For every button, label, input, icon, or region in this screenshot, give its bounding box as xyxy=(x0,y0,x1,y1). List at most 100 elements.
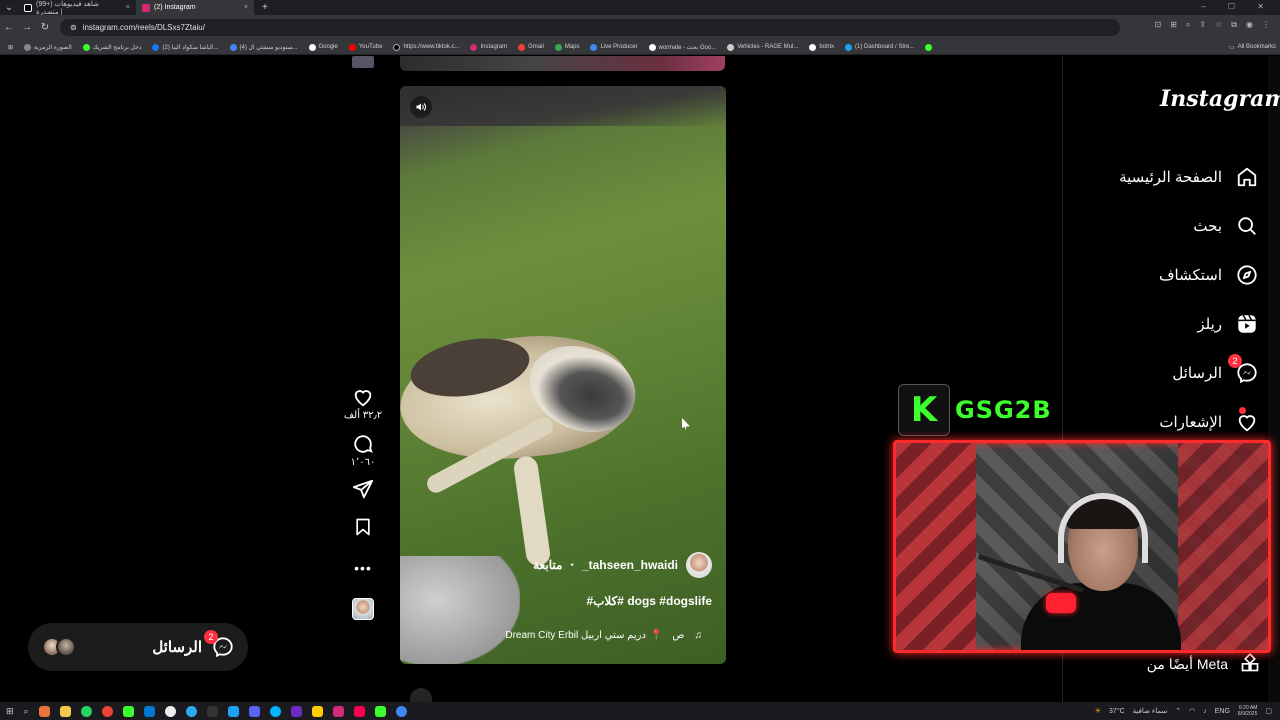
folder-icon[interactable] xyxy=(59,705,71,717)
tab-instagram[interactable]: (2) Instagram × xyxy=(136,0,254,15)
zoom-icon[interactable]: ⌕ xyxy=(1186,20,1190,30)
author-username[interactable]: tahseen_hwaidi_ xyxy=(582,558,678,572)
taskbar-app-icon[interactable] xyxy=(227,705,239,717)
comment-button[interactable]: ١٬٠٦٠ xyxy=(351,433,375,468)
taskbar-app-icon[interactable] xyxy=(38,705,50,717)
also-from-meta-label: أيضًا من Meta xyxy=(1146,655,1228,672)
close-tab-icon[interactable]: × xyxy=(126,4,130,11)
discord-icon[interactable] xyxy=(248,705,260,717)
tray-icon[interactable]: ⌃ xyxy=(1175,707,1181,715)
sidebar-item-reels[interactable]: ريلز xyxy=(1080,299,1260,348)
taskbar-app-icon[interactable] xyxy=(164,705,176,717)
apps-icon[interactable]: ⊞ xyxy=(8,44,13,51)
instagram-logo[interactable]: Instagram xyxy=(1160,86,1280,112)
telegram-icon[interactable] xyxy=(185,705,197,717)
taskbar-app-icon[interactable] xyxy=(311,705,323,717)
obs-icon[interactable] xyxy=(206,705,218,717)
start-icon[interactable]: ⊞ xyxy=(6,706,14,717)
location-link[interactable]: 📍 دريم ستي اربيل Dream City Erbil xyxy=(505,630,662,641)
messages-pill-badge: 2 xyxy=(204,630,218,644)
site-info-icon[interactable]: ⊜ xyxy=(70,23,77,32)
chrome-icon[interactable] xyxy=(395,705,407,717)
bookmark-item[interactable]: Google xyxy=(308,43,338,51)
bookmark-item[interactable]: (4) ستوديو منشئي ال... xyxy=(229,43,298,51)
share-icon[interactable]: ⇪ xyxy=(1199,20,1206,30)
sidebar-item-home[interactable]: الصفحة الرئيسية xyxy=(1080,152,1260,201)
bookmark-item[interactable]: botrix xyxy=(809,43,834,51)
bookmark-item[interactable]: (2) الباشا سكواد اليبا... xyxy=(152,43,219,51)
translate-icon[interactable]: ⊞ xyxy=(1170,20,1177,30)
speaker-icon xyxy=(416,103,426,111)
volume-icon[interactable]: ♪ xyxy=(1203,708,1207,715)
original-audio-thumb[interactable] xyxy=(352,598,374,620)
reload-icon[interactable]: ↻ xyxy=(36,22,54,33)
bookmark-item[interactable] xyxy=(925,43,933,51)
sidebar-item-notifications[interactable]: الإشعارات xyxy=(1080,397,1260,446)
reel-caption[interactable]: dogs #dogslife #كلاب# xyxy=(586,594,712,608)
location-text: دريم ستي اربيل Dream City Erbil xyxy=(505,630,646,641)
language-indicator[interactable]: ENG xyxy=(1215,708,1230,715)
taskbar-app-icon[interactable] xyxy=(290,705,302,717)
share-button[interactable] xyxy=(352,478,374,500)
messages-pill[interactable]: الرسائل 2 xyxy=(28,623,248,671)
sidebar-item-explore[interactable]: استكشاف xyxy=(1080,250,1260,299)
bookmark-star-icon[interactable]: ☆ xyxy=(1215,20,1222,30)
sidebar-item-label: الرسائل xyxy=(1172,364,1222,382)
taskbar-app-icon[interactable] xyxy=(332,705,344,717)
edge-icon[interactable] xyxy=(143,705,155,717)
bookmark-item[interactable]: (1) Dashboard / Stre... xyxy=(845,43,914,51)
sidebar-item-label: الإشعارات xyxy=(1159,413,1222,431)
all-bookmarks[interactable]: ▭ All Bookmarks xyxy=(1229,44,1276,51)
reel-video[interactable]: tahseen_hwaidi_ • متابعة dogs #dogslife … xyxy=(400,86,726,664)
tiktok-icon[interactable] xyxy=(353,705,365,717)
forward-icon[interactable]: → xyxy=(18,22,36,33)
mute-toggle-button[interactable] xyxy=(410,96,432,118)
bookmark-item[interactable]: دخل برنامج الشريك xyxy=(82,43,141,51)
next-reel-sound-button[interactable] xyxy=(410,688,432,702)
back-icon[interactable]: ← xyxy=(0,22,18,33)
whatsapp-icon[interactable] xyxy=(80,705,92,717)
new-tab-button[interactable]: + xyxy=(254,2,268,13)
more-options-button[interactable]: ••• xyxy=(354,560,372,576)
author-avatar[interactable] xyxy=(686,552,712,578)
like-button[interactable]: ٣٢٫٢ ألف xyxy=(344,386,382,421)
bookmark-item[interactable]: الصورة الرمزية xyxy=(24,43,72,51)
clock-date: 8/9/2025 xyxy=(1237,711,1258,717)
sidebar-item-messages[interactable]: الرسائل 2 xyxy=(1080,348,1260,397)
url-input[interactable]: ⊜ instagram.com/reels/DLSxs7Ztaiu/ xyxy=(60,19,1120,36)
weather-temp[interactable]: 37°C xyxy=(1109,708,1125,715)
extensions-icon[interactable]: ⧉ xyxy=(1231,20,1237,30)
window-controls[interactable]: – ☐ ✕ xyxy=(1201,2,1274,11)
also-from-meta[interactable]: أيضًا من Meta xyxy=(1080,652,1260,676)
install-icon[interactable]: ⊡ xyxy=(1155,20,1162,30)
skype-icon[interactable] xyxy=(269,705,281,717)
bookmark-item[interactable]: https://www.tiktok.c... xyxy=(393,43,459,51)
previous-reel-video[interactable] xyxy=(400,56,725,71)
save-button[interactable] xyxy=(353,516,373,538)
chrome-icon[interactable] xyxy=(101,705,113,717)
more-icon: ••• xyxy=(354,560,372,576)
bookmark-item[interactable]: wormate - بحث Goo... xyxy=(648,43,716,51)
profile-icon[interactable]: ◉ xyxy=(1246,20,1253,30)
follow-button[interactable]: متابعة xyxy=(533,558,562,572)
clock[interactable]: 6:20 AM 8/9/2025 xyxy=(1238,705,1257,717)
tab-search-icon[interactable]: ⌄ xyxy=(0,2,18,13)
bookmark-item[interactable]: Instagram xyxy=(470,43,507,51)
close-tab-icon[interactable]: × xyxy=(244,4,248,11)
wifi-icon[interactable]: ◠ xyxy=(1189,707,1195,715)
bookmark-item[interactable]: Vehicles - RAGE Mul... xyxy=(727,43,798,51)
sidebar-item-search[interactable]: بحث xyxy=(1080,201,1260,250)
audio-label[interactable]: ص xyxy=(672,630,684,641)
search-icon[interactable]: ⌕ xyxy=(24,706,29,717)
notifications-icon[interactable]: ▢ xyxy=(1265,707,1272,715)
bookmark-item[interactable]: Maps xyxy=(554,43,579,51)
bookmark-item[interactable]: Gmail xyxy=(518,43,544,51)
kick-icon[interactable] xyxy=(374,705,386,717)
bookmark-item[interactable]: Live Producer xyxy=(590,43,638,51)
kick-icon[interactable] xyxy=(122,705,134,717)
tab-tiktok[interactable]: (99+) شاهد فيديوهات متصدرة | × xyxy=(18,0,136,16)
bookmark-item[interactable]: YouTube xyxy=(348,43,382,51)
menu-icon[interactable]: ⋮ xyxy=(1262,20,1270,30)
previous-audio-thumb[interactable] xyxy=(352,56,374,68)
music-icon: ♫ xyxy=(694,630,703,641)
